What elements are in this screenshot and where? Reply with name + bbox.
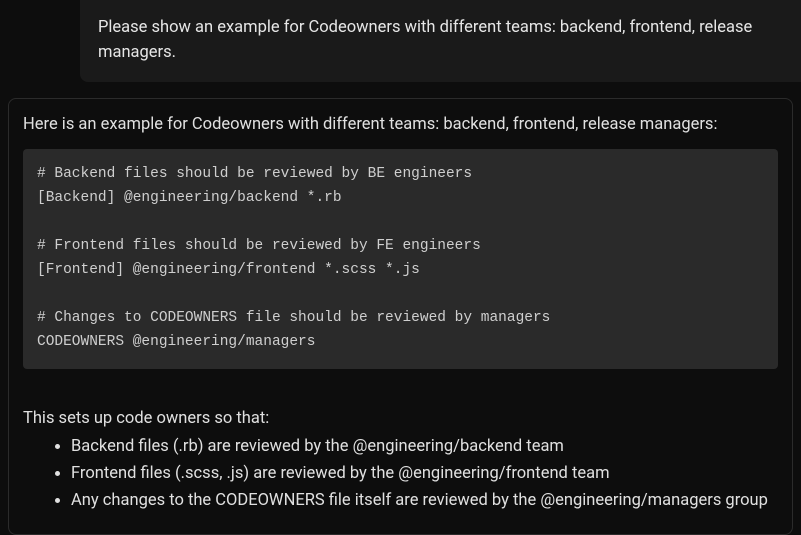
list-item: Backend files (.rb) are reviewed by the … (71, 435, 778, 460)
summary-bullet-list: Backend files (.rb) are reviewed by the … (23, 435, 778, 513)
code-block[interactable]: # Backend files should be reviewed by BE… (23, 149, 778, 368)
user-message: Please show an example for Codeowners wi… (80, 0, 801, 82)
user-message-text: Please show an example for Codeowners wi… (98, 18, 752, 62)
assistant-intro-text: Here is an example for Codeowners with d… (23, 113, 778, 138)
list-item: Frontend files (.scss, .js) are reviewed… (71, 462, 778, 487)
list-item: Any changes to the CODEOWNERS file itsel… (71, 489, 778, 514)
summary-intro: This sets up code owners so that: (23, 407, 778, 432)
assistant-message: Here is an example for Codeowners with d… (8, 98, 793, 535)
